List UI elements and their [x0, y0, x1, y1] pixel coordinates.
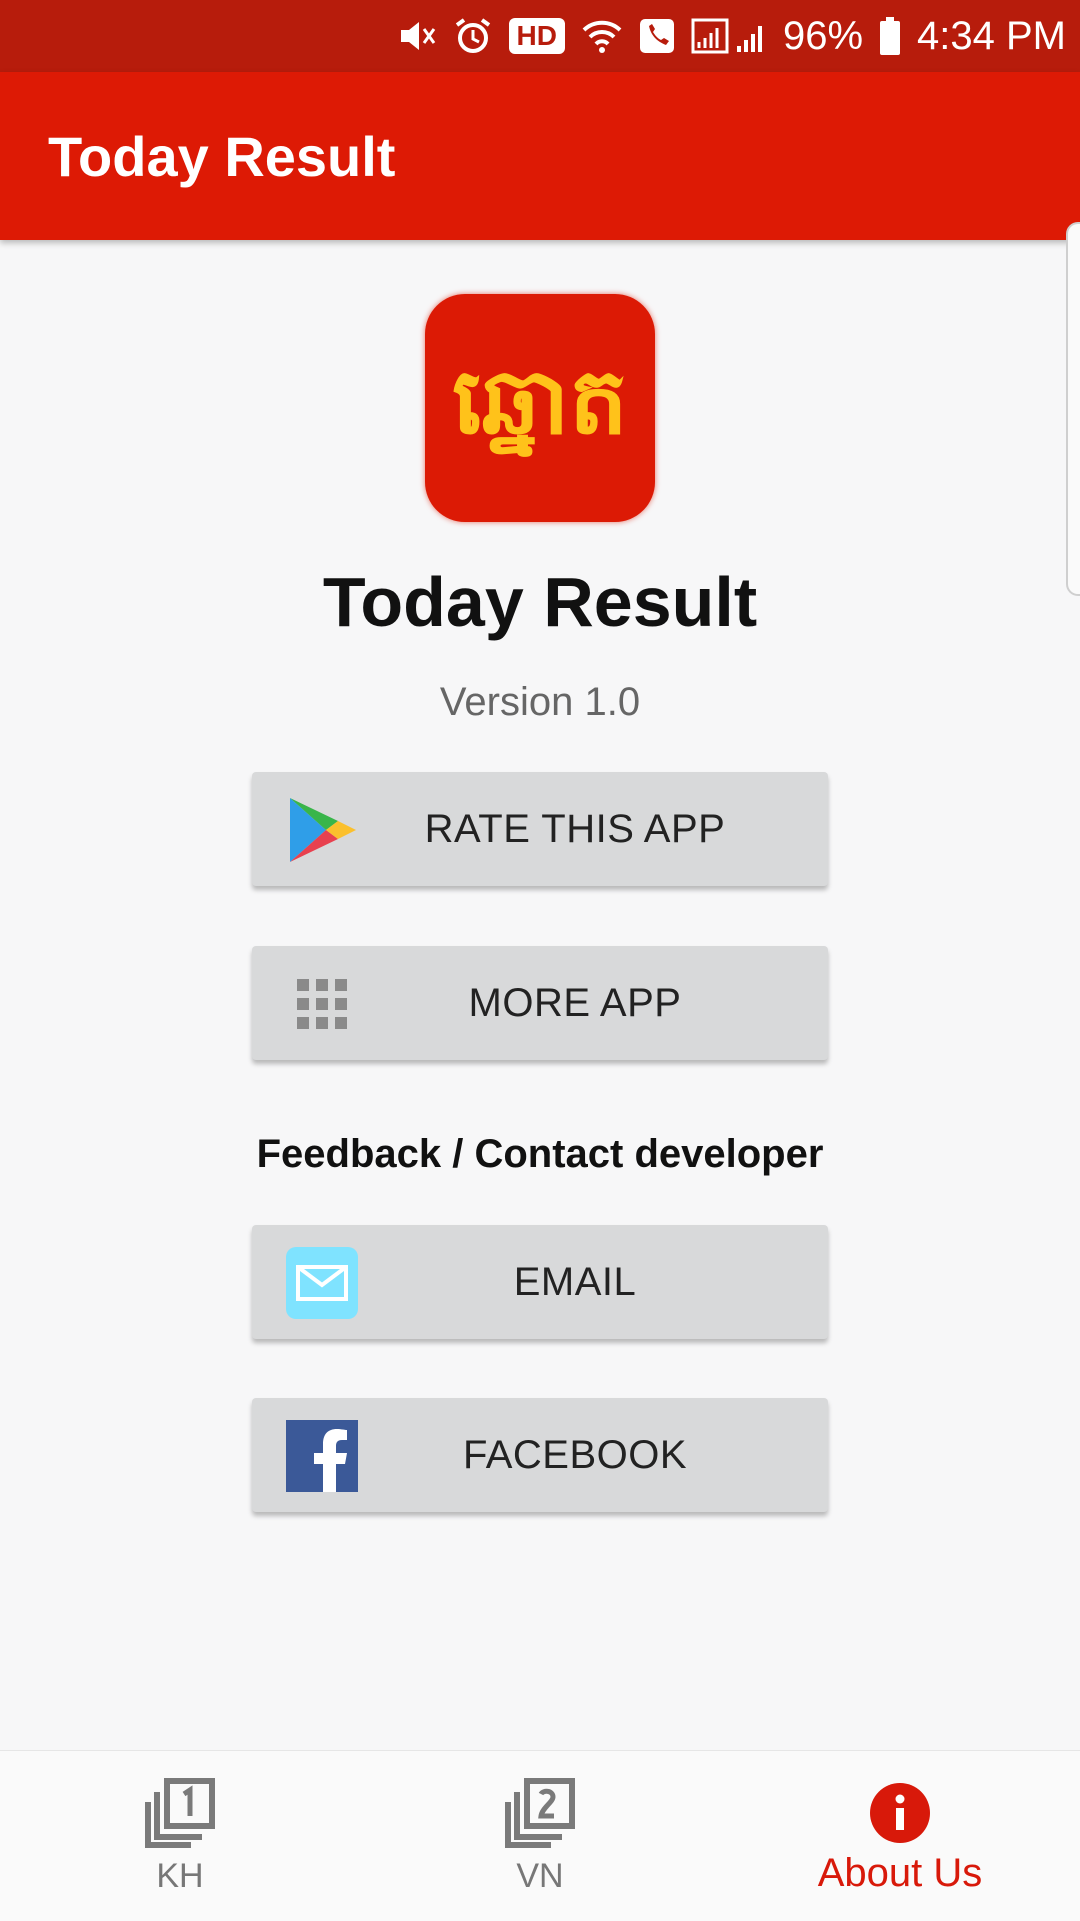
hd-badge: HD [508, 18, 565, 54]
nav-item-kh[interactable]: KH [0, 1751, 360, 1921]
email-button[interactable]: EMAIL [252, 1225, 828, 1339]
alarm-icon [453, 16, 493, 56]
mute-icon [397, 16, 437, 56]
nav-label-vn: VN [516, 1857, 564, 1895]
facebook-button[interactable]: FACEBOOK [252, 1398, 828, 1512]
nav-item-about-us[interactable]: About Us [720, 1751, 1080, 1921]
status-bar: HD 96% 4:34 PM [0, 0, 1080, 72]
more-app-button[interactable]: MORE APP [252, 946, 828, 1060]
nav-label-kh: KH [156, 1857, 204, 1895]
more-app-label: MORE APP [468, 980, 682, 1025]
app-logo: ឆ្នោត [425, 294, 655, 522]
email-label: EMAIL [513, 1259, 637, 1304]
layers-1-icon [145, 1777, 215, 1849]
info-icon [869, 1777, 931, 1849]
battery-icon [879, 16, 901, 56]
nav-item-vn[interactable]: VN [360, 1751, 720, 1921]
signal-icon [691, 16, 767, 56]
edge-panel-handle[interactable] [1066, 222, 1080, 596]
layers-2-icon [505, 1777, 575, 1849]
feedback-heading: Feedback / Contact developer [256, 1132, 824, 1176]
call-icon [639, 18, 675, 54]
nav-label-about-us: About Us [817, 1851, 983, 1895]
battery-percent: 96% [782, 13, 864, 58]
app-bar-title: Today Result [48, 124, 396, 188]
bottom-navigation: KH VN About Us [0, 1750, 1080, 1921]
app-version: Version 1.0 [439, 680, 641, 724]
logo-text: ឆ្នោត [452, 348, 627, 457]
khmer-logo-glyph: ឆ្នោត [452, 348, 627, 457]
rate-app-button[interactable]: RATE THIS APP [252, 772, 828, 886]
wifi-icon [581, 16, 623, 56]
app-bar: Today Result [0, 72, 1080, 240]
clock: 4:34 PM [917, 13, 1066, 58]
rate-app-label: RATE THIS APP [424, 806, 726, 851]
app-name: Today Result [322, 563, 758, 641]
facebook-label: FACEBOOK [462, 1432, 688, 1477]
